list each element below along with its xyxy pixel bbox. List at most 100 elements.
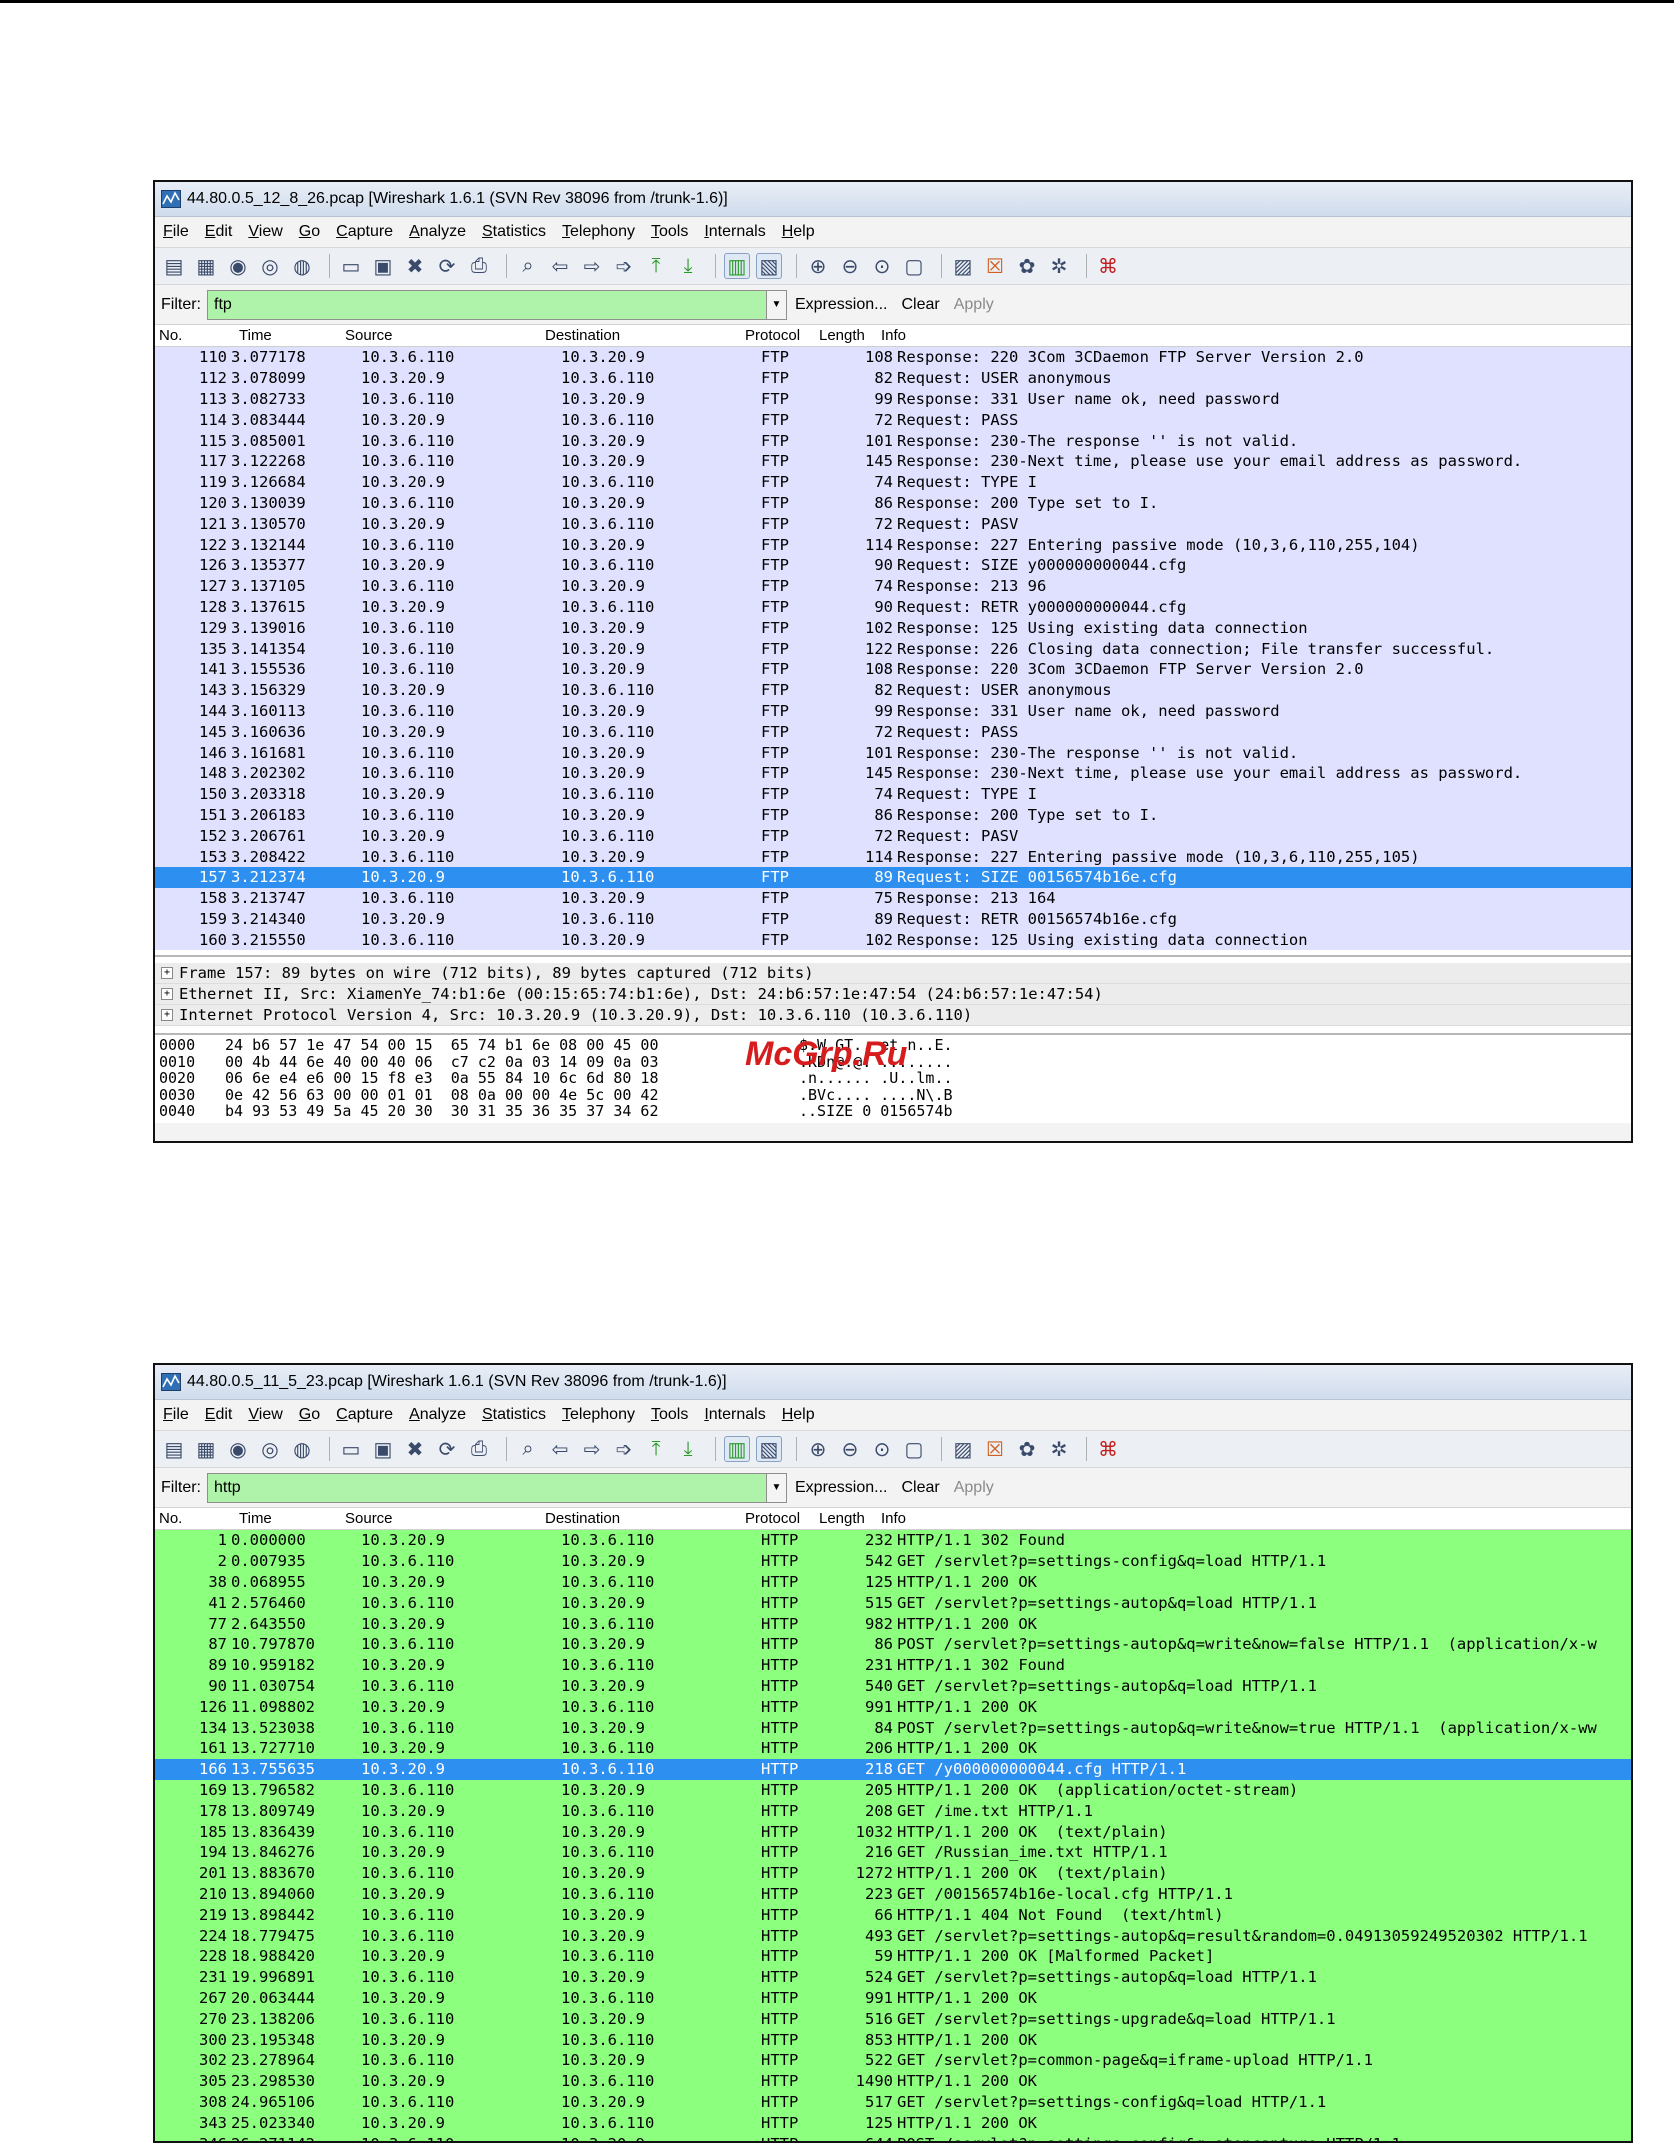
table-row[interactable]: 152 3.206761 10.3.20.9 10.3.6.110 FTP 72 Reque… xyxy=(155,825,1631,847)
restart-capture-icon[interactable]: ◍ xyxy=(289,253,315,279)
interface-list-icon[interactable]: ▤ xyxy=(161,1436,187,1462)
colorize-icon[interactable]: ▥ xyxy=(724,253,750,279)
close-file-icon[interactable]: ✖ xyxy=(402,1436,428,1462)
detail-row-ip[interactable]: + Internet Protocol Version 4, Src: 10.3.… xyxy=(155,1005,1631,1026)
open-file-icon[interactable]: ▭ xyxy=(338,1436,364,1462)
table-row[interactable]: 122 3.132144 10.3.6.110 10.3.20.9 FTP 114 Resp… xyxy=(155,534,1631,555)
capture-options-icon[interactable]: ▦ xyxy=(193,1436,219,1462)
column-header-protocol[interactable]: Protocol xyxy=(745,1510,819,1527)
start-capture-icon[interactable]: ◉ xyxy=(225,253,251,279)
menu-view[interactable]: View xyxy=(248,1406,282,1424)
menu-telephony[interactable]: Telephony xyxy=(562,1406,635,1424)
coloring-rules-icon[interactable]: ✿ xyxy=(1014,1436,1040,1462)
menu-telephony[interactable]: Telephony xyxy=(562,223,635,241)
table-row[interactable]: 38 0.068955 10.3.20.9 10.3.6.110 HTTP 125 HTTP… xyxy=(155,1571,1631,1593)
detail-row-frame[interactable]: + Frame 157: 89 bytes on wire (712 bits),… xyxy=(155,963,1631,984)
menu-view[interactable]: View xyxy=(248,223,282,241)
column-header-destination[interactable]: Destination xyxy=(545,1510,745,1527)
table-row[interactable]: 87 10.797870 10.3.6.110 10.3.20.9 HTTP 86 POST… xyxy=(155,1633,1631,1655)
zoom-normal-icon[interactable]: ⊙ xyxy=(869,1436,895,1462)
go-to-packet-icon[interactable]: ➩ xyxy=(611,253,637,279)
menu-analyze[interactable]: Analyze xyxy=(409,223,466,241)
column-header-time[interactable]: Time xyxy=(233,1510,345,1527)
stop-capture-icon[interactable]: ◎ xyxy=(257,253,283,279)
zoom-out-icon[interactable]: ⊖ xyxy=(837,1436,863,1462)
zoom-in-icon[interactable]: ⊕ xyxy=(805,253,831,279)
save-file-icon[interactable]: ▣ xyxy=(370,1436,396,1462)
hex-row[interactable]: 0040 b4 93 53 49 5a 45 20 30 30 31 35 36 … xyxy=(159,1102,1627,1120)
apply-button[interactable]: Apply xyxy=(954,296,994,314)
column-header-info[interactable]: Info xyxy=(881,1510,906,1527)
colorize-icon[interactable]: ▥ xyxy=(724,1436,750,1462)
help-icon[interactable]: ⌘ xyxy=(1095,253,1121,279)
table-row[interactable]: 135 3.141354 10.3.6.110 10.3.20.9 FTP 122 Resp… xyxy=(155,638,1631,659)
table-row[interactable]: 143 3.156329 10.3.20.9 10.3.6.110 FTP 82 Reque… xyxy=(155,679,1631,701)
expand-icon[interactable]: + xyxy=(161,967,173,979)
menu-capture[interactable]: Capture xyxy=(336,223,393,241)
column-header-source[interactable]: Source xyxy=(345,1510,545,1527)
table-row[interactable]: 126 11.098802 10.3.20.9 10.3.6.110 HTTP 991 HT… xyxy=(155,1696,1631,1718)
table-row[interactable]: 161 13.727710 10.3.20.9 10.3.6.110 HTTP 206 HT… xyxy=(155,1737,1631,1759)
capture-options-icon[interactable]: ▦ xyxy=(193,253,219,279)
table-row[interactable]: 127 3.137105 10.3.6.110 10.3.20.9 FTP 74 Respo… xyxy=(155,575,1631,597)
menu-file[interactable]: File xyxy=(163,1406,189,1424)
table-row[interactable]: 145 3.160636 10.3.20.9 10.3.6.110 FTP 72 Reque… xyxy=(155,721,1631,743)
table-row[interactable]: 308 24.965106 10.3.6.110 10.3.20.9 HTTP 517 GE… xyxy=(155,2091,1631,2113)
menu-edit[interactable]: Edit xyxy=(205,1406,233,1424)
table-row[interactable]: 134 13.523038 10.3.6.110 10.3.20.9 HTTP 84 POS… xyxy=(155,1717,1631,1738)
filter-input[interactable]: ftp xyxy=(207,289,767,320)
table-row[interactable]: 302 23.278964 10.3.6.110 10.3.20.9 HTTP 522 GE… xyxy=(155,2049,1631,2071)
menu-analyze[interactable]: Analyze xyxy=(409,1406,466,1424)
table-row[interactable]: 224 18.779475 10.3.6.110 10.3.20.9 HTTP 493 GE… xyxy=(155,1925,1631,1946)
go-last-icon[interactable]: ⤓ xyxy=(675,253,701,279)
table-row[interactable]: 267 20.063444 10.3.20.9 10.3.6.110 HTTP 991 HT… xyxy=(155,1987,1631,2009)
resize-columns-icon[interactable]: ▢ xyxy=(901,253,927,279)
table-row[interactable]: 146 3.161681 10.3.6.110 10.3.20.9 FTP 101 Resp… xyxy=(155,742,1631,763)
menu-help[interactable]: Help xyxy=(782,1406,815,1424)
filter-dropdown-button[interactable]: ▼ xyxy=(767,289,787,320)
find-packet-icon[interactable]: ⌕ xyxy=(515,1436,541,1462)
hex-row[interactable]: 0030 0e 42 56 63 00 00 01 01 08 0a 00 00 … xyxy=(159,1086,1627,1104)
table-row[interactable]: 112 3.078099 10.3.20.9 10.3.6.110 FTP 82 Reque… xyxy=(155,367,1631,389)
table-row[interactable]: 231 19.996891 10.3.6.110 10.3.20.9 HTTP 524 GE… xyxy=(155,1966,1631,1988)
menu-help[interactable]: Help xyxy=(782,223,815,241)
resize-columns-icon[interactable]: ▢ xyxy=(901,1436,927,1462)
reload-icon[interactable]: ⟳ xyxy=(434,253,460,279)
table-row[interactable]: 119 3.126684 10.3.20.9 10.3.6.110 FTP 74 Reque… xyxy=(155,471,1631,493)
go-forward-icon[interactable]: ⇨ xyxy=(579,1436,605,1462)
column-header-protocol[interactable]: Protocol xyxy=(745,327,819,344)
table-row[interactable]: 120 3.130039 10.3.6.110 10.3.20.9 FTP 86 Respo… xyxy=(155,492,1631,514)
close-file-icon[interactable]: ✖ xyxy=(402,253,428,279)
apply-button[interactable]: Apply xyxy=(954,1479,994,1497)
save-file-icon[interactable]: ▣ xyxy=(370,253,396,279)
table-row[interactable]: 41 2.576460 10.3.6.110 10.3.20.9 HTTP 515 GET … xyxy=(155,1592,1631,1614)
table-row[interactable]: 343 25.023340 10.3.20.9 10.3.6.110 HTTP 125 HT… xyxy=(155,2112,1631,2134)
expression-button[interactable]: Expression... xyxy=(795,296,887,314)
table-row[interactable]: 305 23.298530 10.3.20.9 10.3.6.110 HTTP 1490 H… xyxy=(155,2070,1631,2092)
stop-capture-icon[interactable]: ◎ xyxy=(257,1436,283,1462)
menu-internals[interactable]: Internals xyxy=(704,1406,765,1424)
table-row[interactable]: 185 13.836439 10.3.6.110 10.3.20.9 HTTP 1032 H… xyxy=(155,1821,1631,1842)
go-last-icon[interactable]: ⤓ xyxy=(675,1436,701,1462)
detail-row-ethernet[interactable]: + Ethernet II, Src: XiamenYe_74:b1:6e (00… xyxy=(155,984,1631,1005)
table-row[interactable]: 141 3.155536 10.3.6.110 10.3.20.9 FTP 108 Resp… xyxy=(155,658,1631,680)
go-to-packet-icon[interactable]: ➩ xyxy=(611,1436,637,1462)
table-row[interactable]: 201 13.883670 10.3.6.110 10.3.20.9 HTTP 1272 H… xyxy=(155,1862,1631,1884)
coloring-rules-icon[interactable]: ✿ xyxy=(1014,253,1040,279)
table-row[interactable]: 1 0.000000 10.3.20.9 10.3.6.110 HTTP 232 HTTP/… xyxy=(155,1530,1631,1551)
table-row[interactable]: 2 0.007935 10.3.6.110 10.3.20.9 HTTP 542 GET /… xyxy=(155,1550,1631,1572)
table-row[interactable]: 210 13.894060 10.3.20.9 10.3.6.110 HTTP 223 GE… xyxy=(155,1883,1631,1905)
clear-button[interactable]: Clear xyxy=(901,296,939,314)
column-header-source[interactable]: Source xyxy=(345,327,545,344)
menu-file[interactable]: File xyxy=(163,223,189,241)
interface-list-icon[interactable]: ▤ xyxy=(161,253,187,279)
table-row[interactable]: 90 11.030754 10.3.6.110 10.3.20.9 HTTP 540 GET… xyxy=(155,1675,1631,1697)
column-header-length[interactable]: Length xyxy=(819,1510,881,1527)
go-back-icon[interactable]: ⇦ xyxy=(547,253,573,279)
print-icon[interactable]: ⎙ xyxy=(466,1436,492,1462)
column-header-destination[interactable]: Destination xyxy=(545,327,745,344)
table-row[interactable]: 121 3.130570 10.3.20.9 10.3.6.110 FTP 72 Reque… xyxy=(155,513,1631,535)
menu-go[interactable]: Go xyxy=(299,1406,320,1424)
table-row[interactable]: 148 3.202302 10.3.6.110 10.3.20.9 FTP 145 Resp… xyxy=(155,762,1631,784)
menu-go[interactable]: Go xyxy=(299,223,320,241)
